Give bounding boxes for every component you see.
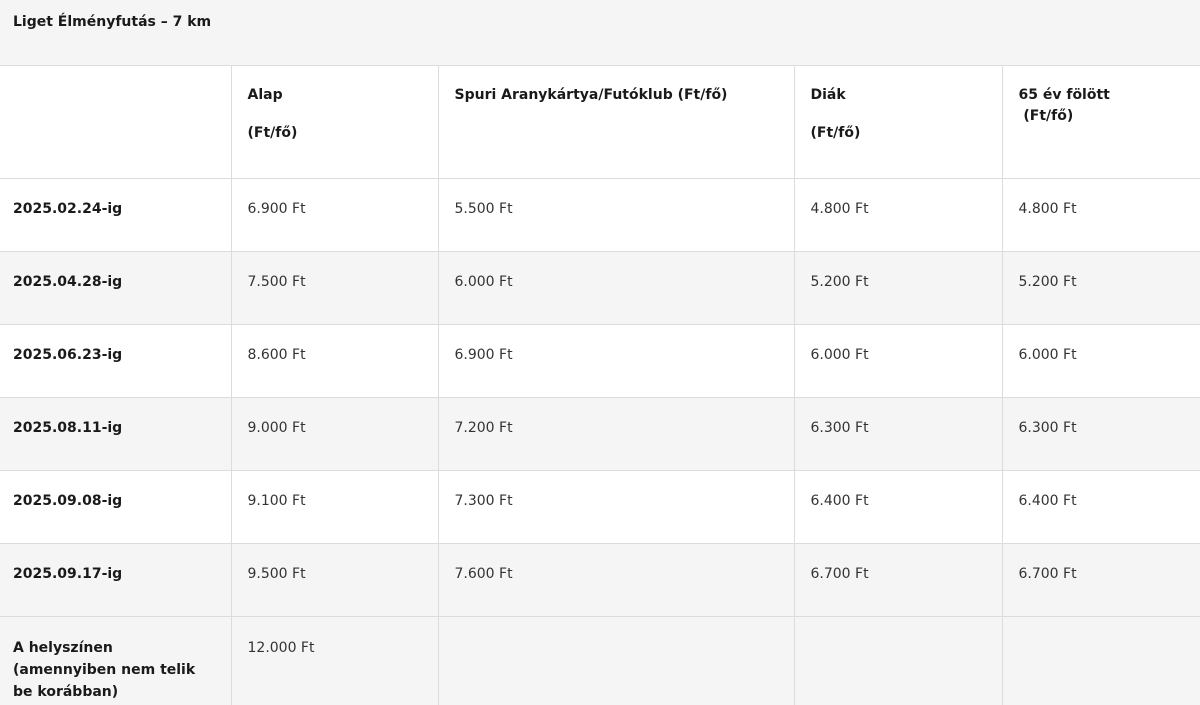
table-row: 2025.02.24-ig 6.900 Ft 5.500 Ft 4.800 Ft… — [0, 178, 1200, 252]
header-diak-unit: (Ft/fő) — [810, 125, 861, 141]
onsite-price-alap: 12.000 Ft — [231, 616, 439, 705]
onsite-row: A helyszínen (amennyiben nem telik be ko… — [0, 616, 1200, 705]
onsite-period-cell: A helyszínen (amennyiben nem telik be ko… — [0, 616, 232, 705]
period-cell: 2025.09.08-ig — [0, 470, 232, 544]
price-alap: 6.900 Ft — [231, 178, 439, 252]
period-cell: 2025.04.28-ig — [0, 251, 232, 325]
price-senior: 6.300 Ft — [1002, 397, 1200, 471]
price-diak: 4.800 Ft — [794, 178, 1003, 252]
header-row: Alap (Ft/fő) Spuri Aranykártya/Futóklub … — [0, 66, 1200, 179]
table-row: 2025.08.11-ig 9.000 Ft 7.200 Ft 6.300 Ft… — [0, 397, 1200, 471]
price-alap: 9.000 Ft — [231, 397, 439, 471]
header-senior: 65 év fölött (Ft/fő) — [1002, 66, 1200, 179]
header-senior-unit: (Ft/fő) — [1018, 108, 1074, 124]
header-senior-name: 65 év fölött — [1018, 87, 1110, 103]
price-senior: 4.800 Ft — [1002, 178, 1200, 252]
price-spuri: 6.000 Ft — [438, 251, 795, 325]
price-spuri: 7.600 Ft — [438, 543, 795, 617]
price-diak: 6.000 Ft — [794, 324, 1003, 398]
header-empty — [0, 66, 232, 179]
price-spuri: 7.300 Ft — [438, 470, 795, 544]
table-row: 2025.09.17-ig 9.500 Ft 7.600 Ft 6.700 Ft… — [0, 543, 1200, 617]
header-diak-name: Diák — [810, 87, 846, 103]
price-spuri: 6.900 Ft — [438, 324, 795, 398]
price-table: Alap (Ft/fő) Spuri Aranykártya/Futóklub … — [0, 66, 1200, 705]
price-alap: 7.500 Ft — [231, 251, 439, 325]
header-alap-unit: (Ft/fő) — [247, 125, 298, 141]
price-alap: 8.600 Ft — [231, 324, 439, 398]
price-spuri: 7.200 Ft — [438, 397, 795, 471]
price-diak: 6.700 Ft — [794, 543, 1003, 617]
price-senior: 6.700 Ft — [1002, 543, 1200, 617]
period-cell: 2025.08.11-ig — [0, 397, 232, 471]
table-title: Liget Élményfutás – 7 km — [0, 0, 1200, 66]
table-row: 2025.04.28-ig 7.500 Ft 6.000 Ft 5.200 Ft… — [0, 251, 1200, 325]
period-cell: 2025.09.17-ig — [0, 543, 232, 617]
price-alap: 9.100 Ft — [231, 470, 439, 544]
price-spuri: 5.500 Ft — [438, 178, 795, 252]
price-diak: 6.300 Ft — [794, 397, 1003, 471]
price-alap: 9.500 Ft — [231, 543, 439, 617]
price-senior: 6.000 Ft — [1002, 324, 1200, 398]
table-row: 2025.06.23-ig 8.600 Ft 6.900 Ft 6.000 Ft… — [0, 324, 1200, 398]
price-senior: 6.400 Ft — [1002, 470, 1200, 544]
header-spuri-name: Spuri Aranykártya/Futóklub (Ft/fő) — [454, 87, 728, 103]
period-cell: 2025.06.23-ig — [0, 324, 232, 398]
header-diak: Diák (Ft/fő) — [794, 66, 1003, 179]
header-alap: Alap (Ft/fő) — [231, 66, 439, 179]
empty-cell — [1002, 616, 1200, 705]
price-senior: 5.200 Ft — [1002, 251, 1200, 325]
period-cell: 2025.02.24-ig — [0, 178, 232, 252]
empty-cell — [794, 616, 1003, 705]
header-spuri: Spuri Aranykártya/Futóklub (Ft/fő) — [438, 66, 795, 179]
header-alap-name: Alap — [247, 87, 283, 103]
empty-cell — [438, 616, 795, 705]
table-row: 2025.09.08-ig 9.100 Ft 7.300 Ft 6.400 Ft… — [0, 470, 1200, 544]
price-diak: 6.400 Ft — [794, 470, 1003, 544]
price-diak: 5.200 Ft — [794, 251, 1003, 325]
